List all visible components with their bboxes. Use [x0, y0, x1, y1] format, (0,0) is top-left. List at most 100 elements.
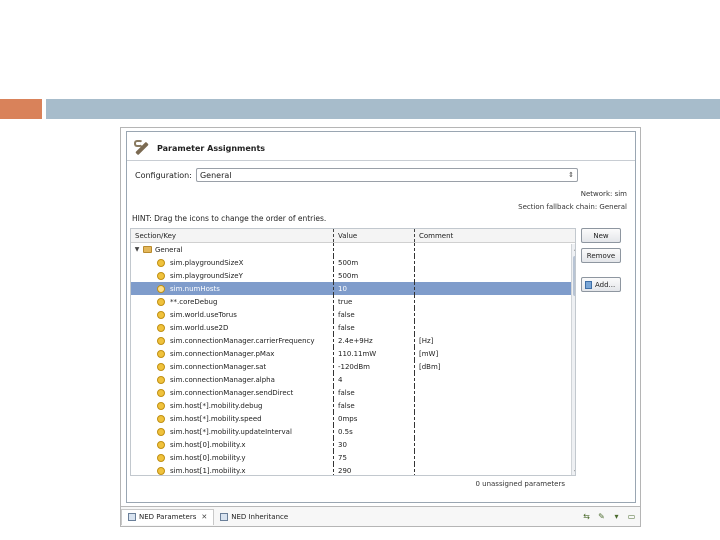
table-row[interactable]: sim.connectionManager.sat -120dBm [dBm]: [131, 360, 575, 373]
add-button[interactable]: Add...: [581, 277, 621, 292]
table-row[interactable]: sim.playgroundSizeY 500m: [131, 269, 575, 282]
row-value[interactable]: true: [334, 295, 415, 308]
tab-ned-parameters[interactable]: NED Parameters ✕: [121, 508, 215, 525]
row-value[interactable]: false: [334, 386, 415, 399]
row-value[interactable]: 75: [334, 451, 415, 464]
row-comment[interactable]: [Hz]: [415, 334, 560, 347]
row-value[interactable]: 10: [334, 282, 415, 295]
parameter-icon[interactable]: [157, 388, 165, 397]
editor-tabs: NED Parameters ✕ NED Inheritance ⇆ ✎ ▾ ▭: [121, 506, 640, 526]
row-value[interactable]: -120dBm: [334, 360, 415, 373]
row-key: sim.connectionManager.alpha: [170, 375, 275, 384]
parameter-icon[interactable]: [157, 453, 165, 462]
remove-button[interactable]: Remove: [581, 248, 621, 263]
configuration-row: Configuration: General ⇕: [135, 168, 578, 182]
row-key: sim.host[*].mobility.updateInterval: [170, 427, 292, 436]
table-row[interactable]: sim.host[0].mobility.y 75: [131, 451, 575, 464]
row-comment[interactable]: [415, 269, 560, 282]
parameter-icon[interactable]: [157, 414, 165, 423]
parameter-icon[interactable]: [157, 349, 165, 358]
row-comment[interactable]: [mW]: [415, 347, 560, 360]
row-value[interactable]: 4: [334, 373, 415, 386]
table-row[interactable]: sim.world.use2D false: [131, 321, 575, 334]
parameter-icon[interactable]: [157, 284, 165, 293]
row-comment[interactable]: [415, 308, 560, 321]
add-button-label: Add...: [595, 280, 616, 289]
new-button[interactable]: New: [581, 228, 621, 243]
table-row[interactable]: sim.world.useTorus false: [131, 308, 575, 321]
table-row[interactable]: sim.playgroundSizeX 500m: [131, 256, 575, 269]
parameter-icon[interactable]: [157, 466, 165, 475]
column-header-comment[interactable]: Comment: [415, 229, 560, 242]
row-value[interactable]: 500m: [334, 269, 415, 282]
row-comment[interactable]: [415, 295, 560, 308]
table-row[interactable]: sim.numHosts 10: [131, 282, 575, 295]
scroll-thumb[interactable]: [573, 256, 575, 296]
row-comment[interactable]: [415, 399, 560, 412]
row-key: sim.host[*].mobility.debug: [170, 401, 263, 410]
menu-icon[interactable]: ▾: [612, 512, 621, 521]
section-row-general[interactable]: ▼ General: [131, 243, 575, 256]
row-comment[interactable]: [415, 438, 560, 451]
configuration-select[interactable]: General ⇕: [195, 168, 578, 182]
parameter-icon[interactable]: [157, 362, 165, 371]
row-value[interactable]: 0.5s: [334, 425, 415, 438]
row-comment[interactable]: [415, 425, 560, 438]
row-comment[interactable]: [415, 386, 560, 399]
vertical-scrollbar[interactable]: ▲ ▼: [571, 244, 575, 475]
row-comment[interactable]: [415, 464, 560, 475]
view-toolbar: ⇆ ✎ ▾ ▭: [582, 512, 640, 521]
pin-icon[interactable]: ✎: [597, 512, 606, 521]
parameter-icon[interactable]: [157, 375, 165, 384]
row-comment[interactable]: [415, 321, 560, 334]
row-value[interactable]: 0mps: [334, 412, 415, 425]
row-value[interactable]: 30: [334, 438, 415, 451]
configuration-label: Configuration:: [135, 170, 192, 180]
parameter-icon[interactable]: [157, 427, 165, 436]
table-row[interactable]: sim.connectionManager.sendDirect false: [131, 386, 575, 399]
parameter-icon[interactable]: [157, 401, 165, 410]
parameter-icon[interactable]: [157, 258, 165, 267]
close-icon[interactable]: ✕: [201, 513, 207, 521]
parameter-icon[interactable]: [157, 336, 165, 345]
row-value[interactable]: false: [334, 321, 415, 334]
scroll-down-icon[interactable]: ▼: [572, 468, 575, 475]
parameter-icon[interactable]: [157, 297, 165, 306]
row-comment[interactable]: [415, 373, 560, 386]
table-row[interactable]: sim.host[*].mobility.debug false: [131, 399, 575, 412]
minimize-icon[interactable]: ▭: [627, 512, 636, 521]
page-header: Parameter Assignments: [133, 138, 265, 158]
table-row[interactable]: sim.host[*].mobility.updateInterval 0.5s: [131, 425, 575, 438]
table-row[interactable]: sim.host[*].mobility.speed 0mps: [131, 412, 575, 425]
row-comment[interactable]: [415, 282, 560, 295]
row-comment[interactable]: [415, 412, 560, 425]
row-value[interactable]: 500m: [334, 256, 415, 269]
row-key: sim.connectionManager.sat: [170, 362, 267, 371]
table-row[interactable]: sim.host[0].mobility.x 30: [131, 438, 575, 451]
parameter-icon[interactable]: [157, 323, 165, 332]
row-key: sim.world.useTorus: [170, 310, 237, 319]
table-row[interactable]: sim.connectionManager.pMax 110.11mW [mW]: [131, 347, 575, 360]
row-comment[interactable]: [dBm]: [415, 360, 560, 373]
table-row[interactable]: **.coreDebug true: [131, 295, 575, 308]
parameter-icon[interactable]: [157, 440, 165, 449]
row-value[interactable]: 110.11mW: [334, 347, 415, 360]
column-header-key[interactable]: Section/Key: [131, 229, 334, 242]
row-value[interactable]: false: [334, 308, 415, 321]
parameter-icon[interactable]: [157, 310, 165, 319]
parameter-icon[interactable]: [157, 271, 165, 280]
link-icon[interactable]: ⇆: [582, 512, 591, 521]
column-header-value[interactable]: Value: [334, 229, 415, 242]
parameters-page: Parameter Assignments Configuration: Gen…: [126, 131, 636, 503]
row-value[interactable]: false: [334, 399, 415, 412]
row-comment[interactable]: [415, 451, 560, 464]
table-row[interactable]: sim.connectionManager.alpha 4: [131, 373, 575, 386]
expand-icon[interactable]: ▼: [133, 246, 141, 253]
row-comment[interactable]: [415, 256, 560, 269]
row-value[interactable]: 290: [334, 464, 415, 475]
tab-ned-inheritance[interactable]: NED Inheritance: [214, 509, 294, 525]
row-value[interactable]: 2.4e+9Hz: [334, 334, 415, 347]
table-row[interactable]: sim.connectionManager.carrierFrequency 2.…: [131, 334, 575, 347]
scroll-up-icon[interactable]: ▲: [572, 244, 575, 253]
table-row[interactable]: sim.host[1].mobility.x 290: [131, 464, 575, 475]
